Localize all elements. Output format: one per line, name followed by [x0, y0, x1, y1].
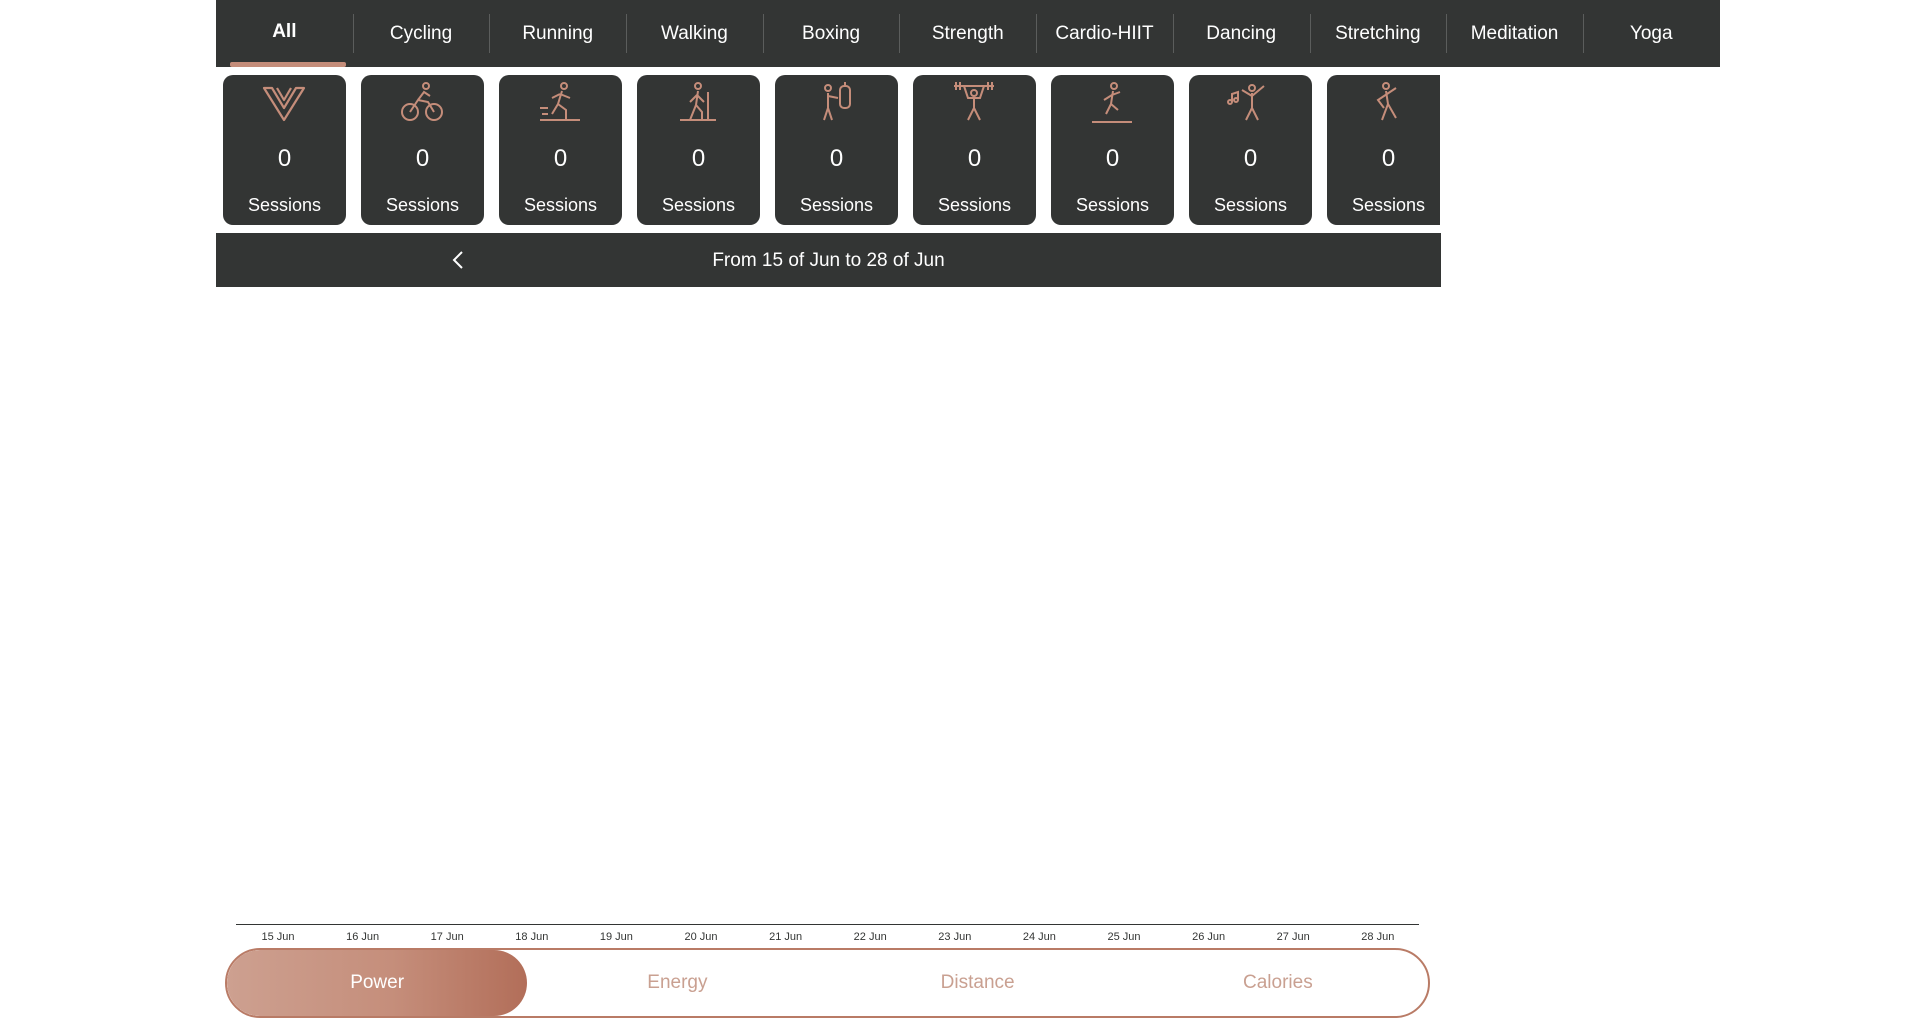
metric-label: Energy — [647, 972, 708, 993]
session-cards: 0 Sessions 0 Sessions 0 Sessions 0 Sessi… — [223, 75, 1440, 225]
sessions-label: Sessions — [1351, 195, 1426, 215]
dancing-icon — [1227, 84, 1265, 121]
x-tick-label: 28 Jun — [1361, 931, 1395, 943]
x-tick-label: 20 Jun — [684, 931, 718, 943]
x-tick-label: 17 Jun — [430, 931, 464, 943]
session-count: 0 — [967, 145, 982, 172]
tab-cycling[interactable]: Cycling — [352, 0, 490, 67]
tab-stretching[interactable]: Stretching — [1309, 0, 1447, 67]
chart-x-axis: 15 Jun 16 Jun 17 Jun 18 Jun 19 Jun 20 Jun 21 J… — [236, 924, 1419, 947]
x-tick-label: 19 Jun — [599, 931, 633, 943]
tab-walking[interactable]: Walking — [626, 0, 763, 67]
tab-strength[interactable]: Strength — [899, 0, 1036, 67]
tab-yoga[interactable]: Yoga — [1582, 0, 1720, 67]
tab-cardio-hiit[interactable]: Cardio-HIIT — [1036, 0, 1173, 67]
card-running[interactable]: 0 Sessions — [499, 75, 622, 225]
sessions-label: Sessions — [523, 195, 598, 215]
tab-label: Yoga — [1629, 22, 1673, 44]
metric-calories-button[interactable]: Calories — [1128, 950, 1428, 1016]
running-icon — [540, 82, 580, 121]
x-tick-label: 23 Jun — [938, 931, 972, 943]
date-range-label: From 15 of Jun to 28 of Jun — [712, 250, 945, 271]
session-count: 0 — [1105, 145, 1120, 172]
card-cycling[interactable]: 0 Sessions — [361, 75, 484, 225]
card-all[interactable]: 0 Sessions — [223, 75, 346, 225]
x-tick-label: 18 Jun — [515, 931, 549, 943]
walking-icon — [680, 82, 716, 121]
sessions-label: Sessions — [661, 195, 736, 215]
cycling-icon — [401, 82, 443, 121]
x-tick-label: 22 Jun — [853, 931, 887, 943]
session-count: 0 — [277, 145, 292, 172]
x-tick-label: 15 Jun — [261, 931, 295, 943]
sessions-label: Sessions — [247, 195, 322, 215]
metric-selector: Power Energy Distance Calories — [225, 948, 1430, 1018]
metric-label: Power — [350, 972, 405, 993]
tab-label: All — [272, 20, 297, 42]
chevron-right-icon[interactable] — [1616, 247, 1642, 273]
session-count: 0 — [553, 145, 568, 172]
metric-power-button[interactable]: Power — [227, 950, 528, 1016]
tab-label: Strength — [931, 22, 1004, 44]
x-tick-label: 25 Jun — [1107, 931, 1141, 943]
tab-dancing[interactable]: Dancing — [1172, 0, 1310, 67]
strength-icon — [954, 82, 994, 121]
boxing-icon — [823, 82, 851, 121]
tab-all[interactable]: All — [216, 0, 353, 67]
tab-meditation[interactable]: Meditation — [1446, 0, 1583, 67]
tab-label: Boxing — [802, 22, 861, 44]
tab-label: Meditation — [1470, 22, 1559, 44]
tab-label: Cycling — [389, 22, 453, 44]
x-tick-label: 16 Jun — [346, 931, 380, 943]
sessions-label: Sessions — [937, 195, 1012, 215]
sessions-label: Sessions — [1213, 195, 1288, 215]
tab-label: Running — [522, 22, 594, 44]
tab-boxing[interactable]: Boxing — [762, 0, 900, 67]
tab-running[interactable]: Running — [489, 0, 626, 67]
tab-label: Walking — [660, 22, 728, 44]
card-walking[interactable]: 0 Sessions — [637, 75, 760, 225]
sessions-label: Sessions — [799, 195, 874, 215]
tab-label: Stretching — [1335, 22, 1421, 44]
session-count: 0 — [415, 145, 430, 172]
card-dancing[interactable]: 0 Sessions — [1189, 75, 1312, 225]
date-range-bar: From 15 of Jun to 28 of Jun — [216, 233, 1636, 287]
metric-energy-button[interactable]: Energy — [527, 950, 827, 1016]
metric-distance-button[interactable]: Distance — [828, 950, 1128, 1016]
tab-label: Dancing — [1206, 22, 1277, 44]
sessions-label: Sessions — [385, 195, 460, 215]
category-tabs: All Cycling Running Walking Boxing Stren… — [216, 0, 1720, 67]
sessions-label: Sessions — [1075, 195, 1150, 215]
session-count: 0 — [1381, 145, 1396, 172]
card-stretching[interactable]: 0 Sessions — [1327, 75, 1440, 225]
all-activities-logo-icon — [262, 86, 306, 122]
card-strength[interactable]: 0 Sessions — [913, 75, 1036, 225]
session-count: 0 — [1243, 145, 1258, 172]
session-count: 0 — [829, 145, 844, 172]
x-tick-label: 26 Jun — [1192, 931, 1226, 943]
session-count: 0 — [691, 145, 706, 172]
stretching-icon — [1376, 82, 1397, 121]
cardio-hiit-icon — [1092, 82, 1132, 123]
metric-label: Calories — [1243, 972, 1313, 993]
x-tick-label: 24 Jun — [1022, 931, 1056, 943]
metric-label: Distance — [940, 972, 1015, 993]
card-cardio-hiit[interactable]: 0 Sessions — [1051, 75, 1174, 225]
tab-label: Cardio-HIIT — [1055, 22, 1154, 44]
x-tick-label: 27 Jun — [1276, 931, 1310, 943]
card-boxing[interactable]: 0 Sessions — [775, 75, 898, 225]
x-tick-label: 21 Jun — [769, 931, 803, 943]
